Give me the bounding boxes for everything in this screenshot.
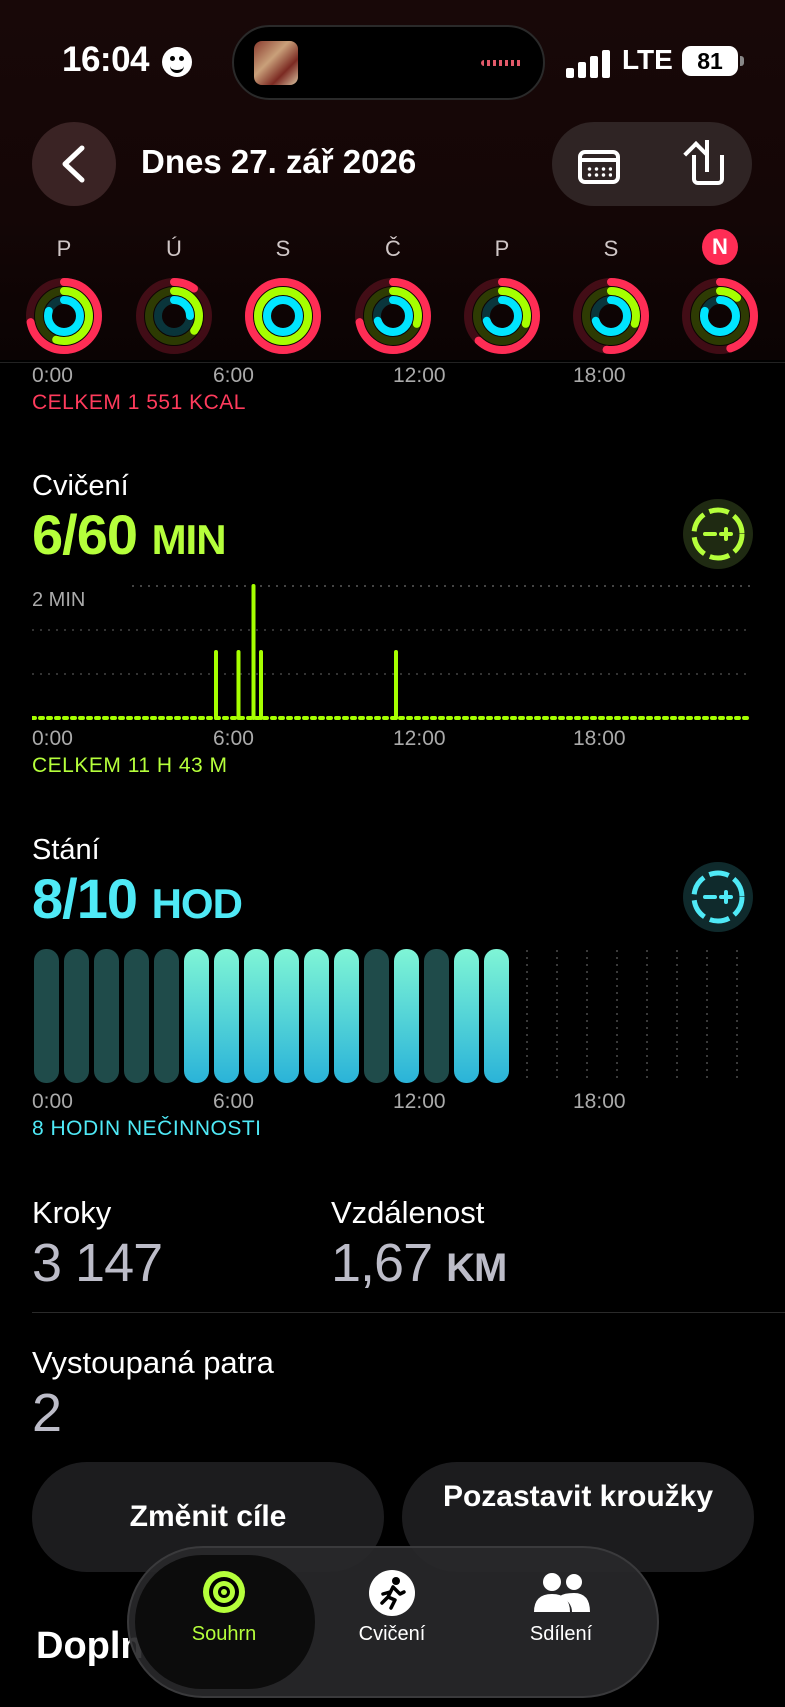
network-type: LTE: [622, 44, 673, 75]
stand-hour-missed: [424, 949, 449, 1083]
stand-hour-achieved: [244, 949, 269, 1083]
running-figure-icon: [380, 1577, 406, 1610]
exercise-total: CELKEM 11 H 43 M: [32, 754, 228, 777]
distance-value: 1,67 KM: [331, 1232, 507, 1294]
day-label: P: [56, 236, 72, 261]
stats-divider: [32, 1312, 785, 1313]
exercise-axis-12: 12:00: [393, 727, 446, 750]
stand-axis-12: 12:00: [393, 1090, 446, 1113]
day-label: N: [702, 229, 738, 265]
stand-value-number: 8/10: [32, 867, 138, 930]
status-time: 16:04: [62, 40, 150, 79]
move-axis-6: 6:00: [213, 364, 254, 387]
day-label: P: [494, 236, 510, 261]
day-activity-ring[interactable]: [462, 276, 542, 356]
battery-indicator: 81: [682, 46, 744, 76]
stand-idle-hours: 8 HODIN NEČINNOSTI: [32, 1117, 262, 1140]
tab-workouts[interactable]: [369, 1570, 415, 1616]
now-playing-artwork: [254, 41, 298, 85]
exercise-title: Cvičení: [32, 470, 129, 502]
stand-axis-18: 18:00: [573, 1090, 626, 1113]
day-label: S: [275, 236, 291, 261]
tab-workouts-label[interactable]: Cvičení: [322, 1623, 462, 1646]
dynamic-island[interactable]: [232, 25, 545, 100]
steps-value: 3 147: [32, 1233, 163, 1293]
stand-axis-0: 0:00: [32, 1090, 73, 1113]
day-activity-ring[interactable]: [571, 276, 651, 356]
stand-hour-achieved: [304, 949, 329, 1083]
smiley-icon: [162, 47, 192, 77]
stand-hour-missed: [34, 949, 59, 1083]
distance-label: Vzdálenost: [331, 1195, 485, 1230]
stand-axis-6: 6:00: [213, 1090, 254, 1113]
move-axis-18: 18:00: [573, 364, 626, 387]
tab-sharing-label[interactable]: Sdílení: [491, 1623, 631, 1646]
day-activity-ring[interactable]: [353, 276, 433, 356]
stand-hour-achieved: [334, 949, 359, 1083]
distance-number: 1,67: [331, 1233, 433, 1293]
activity-rings-icon: [203, 1571, 245, 1613]
floors-value: 2: [32, 1383, 62, 1443]
exercise-axis-0: 0:00: [32, 727, 73, 750]
people-icon: [534, 1573, 590, 1612]
move-axis-0: 0:00: [32, 364, 73, 387]
move-axis-12: 12:00: [393, 364, 446, 387]
day-activity-ring[interactable]: [680, 276, 760, 356]
back-button[interactable]: [32, 122, 116, 206]
day-label: Ú: [166, 236, 182, 261]
stand-hour-missed: [124, 949, 149, 1083]
tab-summary[interactable]: [200, 1568, 248, 1616]
exercise-y-label: 2 MIN: [32, 589, 85, 611]
stand-hour-achieved: [394, 949, 419, 1083]
stand-hour-missed: [64, 949, 89, 1083]
cellular-signal-icon: [566, 50, 610, 78]
page-title: Dnes 27. zář 2026: [141, 143, 417, 180]
ring-progress: [263, 296, 303, 336]
week-divider: [0, 362, 785, 363]
stand-hour-achieved: [274, 949, 299, 1083]
stand-hour-achieved: [184, 949, 209, 1083]
stand-hour-achieved: [214, 949, 239, 1083]
day-label: S: [603, 236, 619, 261]
day-activity-ring[interactable]: [243, 276, 323, 356]
day-activity-ring[interactable]: [24, 276, 104, 356]
tab-sharing[interactable]: [530, 1570, 592, 1616]
exercise-axis-18: 18:00: [573, 727, 626, 750]
plus-minus-ring-icon: [691, 507, 745, 561]
exercise-goal-adjust-button[interactable]: [683, 499, 753, 569]
stand-hour-missed: [364, 949, 389, 1083]
plus-minus-ring-icon: [691, 870, 745, 924]
audio-waveform-icon: [481, 60, 523, 66]
stand-value: 8/10 HOD: [32, 866, 243, 931]
exercise-value-number: 6/60: [32, 503, 138, 566]
exercise-chart: 2 MIN: [32, 584, 752, 720]
exercise-value: 6/60 MIN: [32, 502, 227, 567]
stand-chart: [34, 949, 738, 1083]
floors-label: Vystoupaná patra: [32, 1345, 274, 1380]
calendar-icon[interactable]: [578, 150, 620, 184]
stand-hour-missed: [154, 949, 179, 1083]
stand-hour-missed: [94, 949, 119, 1083]
stand-hour-achieved: [484, 949, 509, 1083]
distance-unit: KM: [446, 1246, 507, 1290]
move-total: CELKEM 1 551 KCAL: [32, 391, 246, 414]
day-label: Č: [385, 236, 401, 261]
steps-label: Kroky: [32, 1195, 112, 1230]
stand-hour-achieved: [454, 949, 479, 1083]
stand-goal-adjust-button[interactable]: [683, 862, 753, 932]
stand-unit: HOD: [151, 880, 243, 927]
chevron-left-icon: [62, 145, 85, 183]
day-activity-ring[interactable]: [134, 276, 214, 356]
tab-summary-label[interactable]: Souhrn: [154, 1623, 294, 1646]
stand-title: Stání: [32, 834, 100, 866]
exercise-axis-6: 6:00: [213, 727, 254, 750]
exercise-unit: MIN: [151, 516, 227, 563]
